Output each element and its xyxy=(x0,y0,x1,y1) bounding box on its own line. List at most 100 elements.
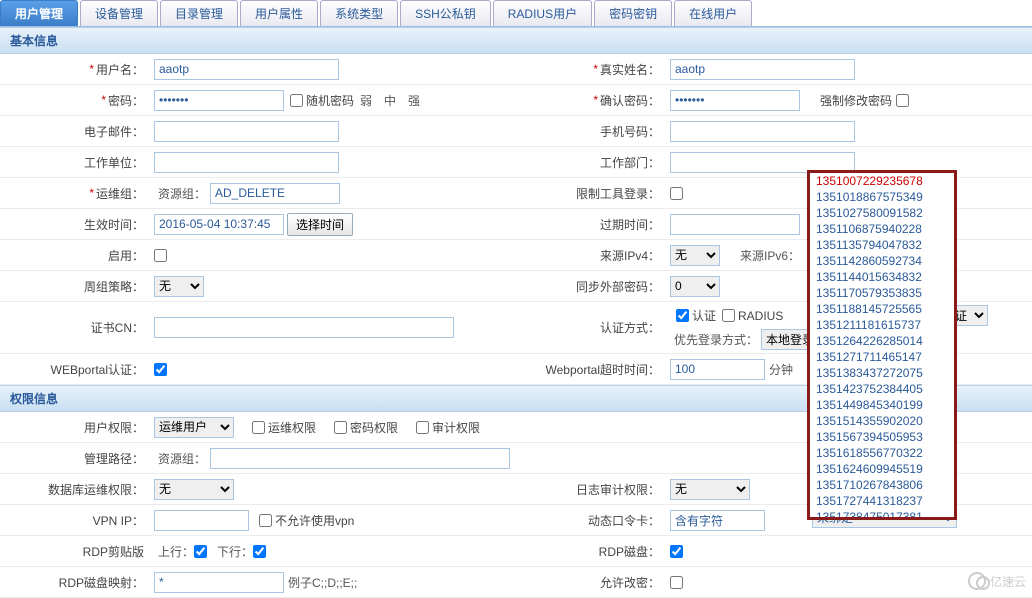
confirm-input[interactable] xyxy=(670,90,800,111)
dbperm-select[interactable]: 无 xyxy=(154,479,234,500)
tab-ssh-key[interactable]: SSH公私钥 xyxy=(400,0,491,26)
tab-user-mgmt[interactable]: 用户管理 xyxy=(0,0,78,26)
pwdperm-checkbox[interactable] xyxy=(334,421,347,434)
label-vpnip: VPN IP： xyxy=(0,505,150,535)
weekpolicy-select[interactable]: 无 xyxy=(154,276,204,297)
starttime-input[interactable] xyxy=(154,214,284,235)
label-userperm: 用户权限： xyxy=(0,412,150,442)
tab-dir-mgmt[interactable]: 目录管理 xyxy=(160,0,238,26)
rdpmap-input[interactable] xyxy=(154,572,284,593)
dropdown-item[interactable]: 1351738475017381 xyxy=(810,509,954,520)
novpn-checkbox[interactable] xyxy=(259,514,272,527)
tab-user-attr[interactable]: 用户属性 xyxy=(240,0,318,26)
srcip4-select[interactable]: 无 xyxy=(670,245,720,266)
auth-radius-checkbox[interactable] xyxy=(722,309,735,322)
dropdown-item[interactable]: 1351170579353835 xyxy=(810,285,954,301)
tab-pwd-key[interactable]: 密码密钥 xyxy=(594,0,672,26)
label-webportal: WEBportal认证： xyxy=(0,354,150,384)
rdpmap-hint: 例子C;;D;;E;; xyxy=(288,574,357,591)
label-certcn: 证书CN： xyxy=(0,302,150,353)
dropdown-item[interactable]: 1351188145725565 xyxy=(810,301,954,317)
dropdown-item[interactable]: 1351027580091582 xyxy=(810,205,954,221)
mobile-input[interactable] xyxy=(670,121,855,142)
password-input[interactable] xyxy=(154,90,284,111)
realname-input[interactable] xyxy=(670,59,855,80)
label-dbperm: 数据库运维权限： xyxy=(0,474,150,504)
label-srcip4: 来源IPv4： xyxy=(516,240,666,270)
restrict-checkbox[interactable] xyxy=(670,187,683,200)
watermark: 亿速云 xyxy=(968,572,1026,590)
watermark-icon xyxy=(968,572,986,590)
company-input[interactable] xyxy=(154,152,339,173)
dropdown-item[interactable]: 1351007229235678 xyxy=(810,173,954,189)
label-rdpmap: RDP磁盘映射： xyxy=(0,567,150,597)
dropdown-item[interactable]: 1351727441318237 xyxy=(810,493,954,509)
label-allowmod: 允许改密： xyxy=(516,567,666,597)
tab-device-mgmt[interactable]: 设备管理 xyxy=(80,0,158,26)
force-change-label: 强制修改密码 xyxy=(820,92,892,109)
webtimeout-input[interactable] xyxy=(670,359,765,380)
vpnip-input[interactable] xyxy=(154,510,249,531)
label-rdpdisk: RDP磁盘： xyxy=(516,536,666,566)
certcn-input[interactable] xyxy=(154,317,454,338)
enable-checkbox[interactable] xyxy=(154,249,167,262)
resgroup-input[interactable] xyxy=(210,183,340,204)
label-restrict: 限制工具登录： xyxy=(516,178,666,208)
label-logperm: 日志审计权限： xyxy=(516,474,666,504)
dropdown-item[interactable]: 1351211181615737 xyxy=(810,317,954,333)
dropdown-item[interactable]: 1351018867575349 xyxy=(810,189,954,205)
tab-radius-user[interactable]: RADIUS用户 xyxy=(493,0,592,26)
logperm-select[interactable]: 无 xyxy=(670,479,750,500)
syncext-select[interactable]: 0 xyxy=(670,276,720,297)
email-input[interactable] xyxy=(154,121,339,142)
expiretime-input[interactable] xyxy=(670,214,800,235)
label-start: 生效时间： xyxy=(0,209,150,239)
rdp-up-checkbox[interactable] xyxy=(194,545,207,558)
dropdown-item[interactable]: 1351423752384405 xyxy=(810,381,954,397)
label-username: 用户名： xyxy=(0,54,150,84)
dropdown-item[interactable]: 1351142860592734 xyxy=(810,253,954,269)
label-mobile: 手机号码： xyxy=(516,116,666,146)
dropdown-item[interactable]: 1351383437272075 xyxy=(810,365,954,381)
dropdown-item[interactable]: 1351710267843806 xyxy=(810,477,954,493)
webportal-checkbox[interactable] xyxy=(154,363,167,376)
pwd-strength: 弱中强 xyxy=(354,92,426,109)
allowmod-checkbox[interactable] xyxy=(670,576,683,589)
label-confirm: 确认密码： xyxy=(516,85,666,115)
dropdown-item[interactable]: 1351106875940228 xyxy=(810,221,954,237)
rdpdisk-checkbox[interactable] xyxy=(670,545,683,558)
dropdown-item[interactable]: 1351264226285014 xyxy=(810,333,954,349)
token-dropdown[interactable]: 1351007229235678135101886757534913510275… xyxy=(807,170,957,520)
tab-sys-type[interactable]: 系统类型 xyxy=(320,0,398,26)
dropdown-item[interactable]: 1351449845340199 xyxy=(810,397,954,413)
force-change-checkbox[interactable] xyxy=(896,94,909,107)
label-syncext: 同步外部密码： xyxy=(516,271,666,301)
select-time-button[interactable]: 选择时间 xyxy=(287,213,353,236)
mgmtpath-input[interactable] xyxy=(210,448,510,469)
label-opgroup: 运维组： xyxy=(0,178,150,208)
dropdown-item[interactable]: 1351271711465147 xyxy=(810,349,954,365)
tab-online-user[interactable]: 在线用户 xyxy=(674,0,752,26)
webtimeout-unit: 分钟 xyxy=(769,361,793,378)
section-basic-info: 基本信息 xyxy=(0,27,1032,54)
label-loginmode: 优先登录方式： xyxy=(674,331,758,348)
dropdown-item[interactable]: 1351144015634832 xyxy=(810,269,954,285)
label-srcip6: 来源IPv6： xyxy=(740,247,800,264)
dropdown-item[interactable]: 1351624609945519 xyxy=(810,461,954,477)
auth-cert-checkbox[interactable] xyxy=(676,309,689,322)
dyntoken-input[interactable] xyxy=(670,510,765,531)
rdp-down-checkbox[interactable] xyxy=(253,545,266,558)
label-password: 密码： xyxy=(0,85,150,115)
random-pwd-checkbox[interactable] xyxy=(290,94,303,107)
label-enable: 启用： xyxy=(0,240,150,270)
dropdown-item[interactable]: 1351618556770322 xyxy=(810,445,954,461)
opperm-checkbox[interactable] xyxy=(252,421,265,434)
dropdown-item[interactable]: 1351514355902020 xyxy=(810,413,954,429)
auditperm-checkbox[interactable] xyxy=(416,421,429,434)
dropdown-item[interactable]: 1351567394505953 xyxy=(810,429,954,445)
label-realname: 真实姓名： xyxy=(516,54,666,84)
label-dept: 工作部门： xyxy=(516,147,666,177)
userperm-select[interactable]: 运维用户 xyxy=(154,417,234,438)
dropdown-item[interactable]: 1351135794047832 xyxy=(810,237,954,253)
username-input[interactable] xyxy=(154,59,339,80)
